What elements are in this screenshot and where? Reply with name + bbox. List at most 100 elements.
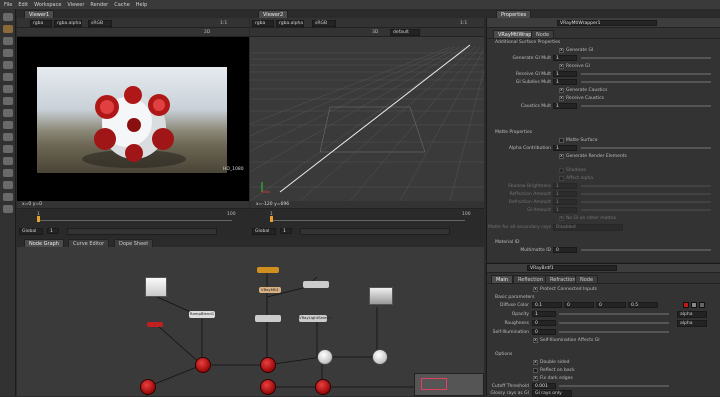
tab-viewer1[interactable]: Viewer1 xyxy=(24,10,55,18)
viewer1-ratio[interactable]: 1:1 xyxy=(220,21,227,26)
sphere-node[interactable] xyxy=(147,322,163,327)
viewer2-playback-controls[interactable] xyxy=(300,228,450,235)
keyer-tool-icon[interactable] xyxy=(3,85,13,93)
menu-viewer[interactable]: Viewer xyxy=(67,2,84,8)
light-node-2[interactable] xyxy=(372,349,388,365)
menu-cache[interactable]: Cache xyxy=(114,2,130,8)
protect-inputs-checkbox[interactable]: x xyxy=(533,287,538,292)
tab-curve-editor[interactable]: Curve Editor xyxy=(68,239,110,247)
filter-tool-icon[interactable] xyxy=(3,73,13,81)
plugin-tool-icon[interactable] xyxy=(3,193,13,201)
node-graph-minimap[interactable] xyxy=(414,373,484,396)
refraction-amount-slider[interactable] xyxy=(581,201,711,203)
diffuse-b-field[interactable]: 0 xyxy=(596,302,626,308)
node-graph-canvas[interactable]: RampBlend1 VRayMtl1 VRayLightSelect1 xyxy=(17,247,484,396)
menu-edit[interactable]: Edit xyxy=(18,2,28,8)
channel-tool-icon[interactable] xyxy=(3,49,13,57)
draw-tool-icon[interactable] xyxy=(3,25,13,33)
gi-subdivs-slider[interactable] xyxy=(581,81,711,83)
menu-render[interactable]: Render xyxy=(90,2,108,8)
merge-tool-icon[interactable] xyxy=(3,97,13,105)
viewer1-playhead[interactable] xyxy=(37,216,40,222)
menu-help[interactable]: Help xyxy=(136,2,147,8)
self-illum-slider[interactable] xyxy=(559,331,669,333)
opacity-field[interactable]: 1 xyxy=(532,311,556,317)
roughness-slider[interactable] xyxy=(559,322,669,324)
vray-wrapper-node[interactable] xyxy=(303,281,329,288)
cutoff-field[interactable]: 0.001 xyxy=(532,383,556,389)
receive-gi-mult-slider[interactable] xyxy=(581,73,711,75)
no-gi-other-mattes-checkbox[interactable]: x xyxy=(559,216,564,221)
cutoff-slider[interactable] xyxy=(559,385,669,387)
tab-main[interactable]: Main xyxy=(491,275,513,283)
options-title[interactable]: Options xyxy=(495,352,512,357)
tab-properties[interactable]: Properties xyxy=(496,10,532,18)
render-node-1[interactable] xyxy=(195,357,211,373)
viewer1-current-frame[interactable]: 1 xyxy=(47,228,59,234)
diffuse-swatch[interactable] xyxy=(683,302,689,308)
matte-secondary-rays-select[interactable]: Disabled xyxy=(553,224,623,231)
viewer1-channels-select[interactable]: rgba xyxy=(30,20,52,27)
light-node-1[interactable] xyxy=(317,349,333,365)
additional-section-title[interactable]: Additional Surface Properties xyxy=(495,40,560,45)
vraybrdf-name-field[interactable]: VRayBrdf1 xyxy=(527,265,617,271)
alpha-contribution-field[interactable]: 1 xyxy=(553,145,577,151)
pointer-tool-icon[interactable] xyxy=(3,13,13,21)
affect-alpha-checkbox[interactable] xyxy=(559,176,564,181)
viewer2-colorspace-select[interactable]: sRGB xyxy=(312,20,336,27)
shadow-brightness-field[interactable]: 1 xyxy=(553,183,577,189)
viewer2-global-select[interactable]: Global xyxy=(252,228,276,235)
receive-caustics-checkbox[interactable]: x xyxy=(559,96,564,101)
viewer2-layer-select[interactable]: rgba.alpha xyxy=(276,20,304,27)
viewer2-canvas[interactable] xyxy=(250,37,484,201)
gen-gi-mult-field[interactable]: 1 xyxy=(553,55,577,61)
menu-file[interactable]: File xyxy=(4,2,12,8)
material-id-section-title[interactable]: Material ID xyxy=(495,240,520,245)
viewer2-timeline-track[interactable] xyxy=(270,220,465,221)
viewer2-playhead[interactable] xyxy=(270,216,273,222)
gi-amount-slider[interactable] xyxy=(581,209,711,211)
tab-node-brdf[interactable]: Node xyxy=(575,275,599,283)
alpha-contribution-slider[interactable] xyxy=(581,147,711,149)
generate-caustics-checkbox[interactable]: x xyxy=(559,88,564,93)
viewer2-view-select[interactable]: default xyxy=(390,29,420,36)
vray-brdf-node[interactable] xyxy=(255,315,281,322)
matte-surface-checkbox[interactable] xyxy=(559,138,564,143)
viewer2-current-frame[interactable]: 1 xyxy=(280,228,292,234)
self-illum-field[interactable]: 0 xyxy=(532,329,556,335)
tab-dope-sheet[interactable]: Dope Sheet xyxy=(114,239,154,247)
gen-render-elements-checkbox[interactable]: x xyxy=(559,154,564,159)
viewer1-canvas[interactable]: HD_1080 xyxy=(17,37,249,201)
read-node-2[interactable] xyxy=(369,287,393,305)
fix-dark-edges-checkbox[interactable]: x xyxy=(533,376,538,381)
transform-tool-icon[interactable] xyxy=(3,109,13,117)
viewer1-playback-controls[interactable] xyxy=(67,228,217,235)
viewer2-ratio[interactable]: 1:1 xyxy=(460,21,467,26)
viewer1-timeline-track[interactable] xyxy=(37,220,232,221)
other-tool-icon[interactable] xyxy=(3,169,13,177)
diffuse-g-field[interactable]: 0 xyxy=(564,302,594,308)
roughness-channel-select[interactable]: alpha xyxy=(677,320,707,327)
multimatte-id-slider[interactable] xyxy=(581,249,711,251)
views-tool-icon[interactable] xyxy=(3,133,13,141)
viewer2-channels-select[interactable]: rgba xyxy=(252,20,274,27)
gi-amount-field[interactable]: 1 xyxy=(553,207,577,213)
ramp-blend-node[interactable]: RampBlend1 xyxy=(189,311,215,318)
gen-gi-mult-slider[interactable] xyxy=(581,57,711,59)
reflect-back-checkbox[interactable] xyxy=(533,368,538,373)
basic-params-title[interactable]: Basic parameters xyxy=(495,295,534,300)
tab-reflection[interactable]: Reflection xyxy=(513,275,548,283)
multimatte-id-field[interactable]: 0 xyxy=(553,247,577,253)
vray-tool-icon[interactable] xyxy=(3,181,13,189)
viewer1-layer-select[interactable]: rgba.alpha xyxy=(54,20,82,27)
refraction-amount-field[interactable]: 1 xyxy=(553,199,577,205)
color-tool-icon[interactable] xyxy=(3,61,13,69)
viewer1-colorspace-select[interactable]: sRGB xyxy=(88,20,112,27)
script-tool-icon[interactable] xyxy=(3,205,13,213)
minimap-viewport[interactable] xyxy=(421,378,447,390)
caustics-mult-slider[interactable] xyxy=(581,105,711,107)
vray-mtl-node-a[interactable] xyxy=(257,267,279,273)
color-picker-icon[interactable] xyxy=(691,302,697,308)
viewer2-mode[interactable]: 3D xyxy=(372,30,378,35)
node-name-field[interactable]: VRayMtlWrapper1 xyxy=(557,20,657,26)
